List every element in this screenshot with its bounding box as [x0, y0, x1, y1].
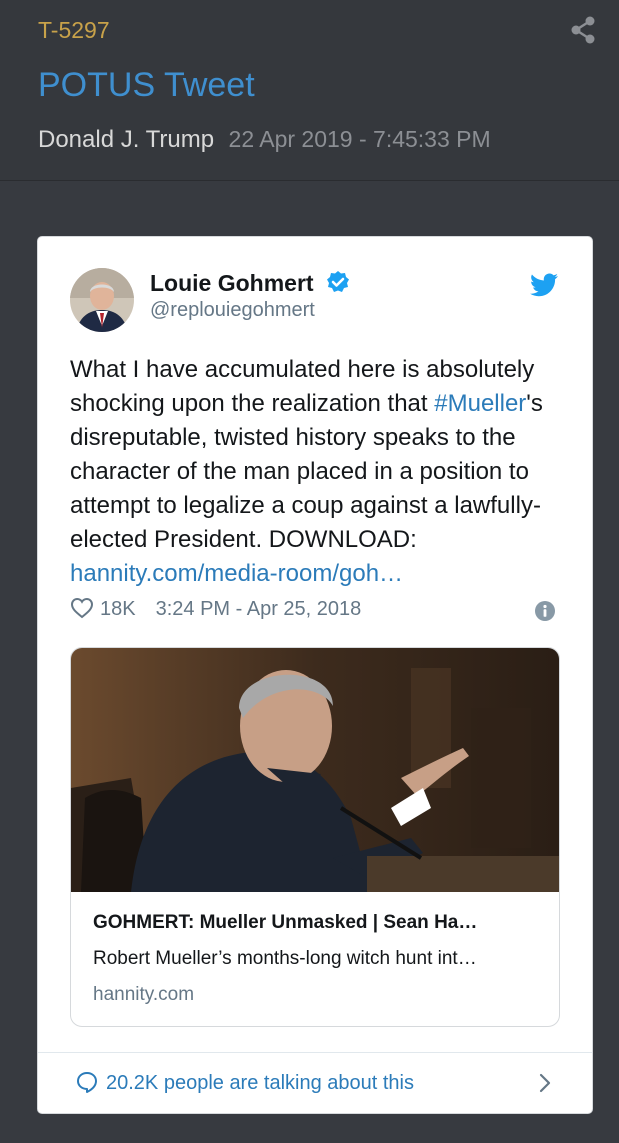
tweet-time[interactable]: 3:24 PM - Apr 25, 2018 [156, 598, 362, 620]
divider [38, 1052, 592, 1053]
verified-badge-icon [326, 271, 349, 292]
tweet-text-line: shocking upon the realization that #Muel… [70, 387, 570, 421]
link-preview-card[interactable]: GOHMERT: Mueller Unmasked | Sean Ha… Rob… [70, 647, 560, 1027]
tweet-author-label: Louie Gohmert [150, 270, 314, 296]
speech-bubble-icon [77, 1072, 97, 1093]
tweet-text-line: character of the man placed in a positio… [70, 458, 529, 485]
hashtag-suffix: 's [526, 390, 543, 417]
tweet-embed[interactable]: Louie Gohmert @replouiegohmert What I ha… [37, 236, 593, 1114]
chevron-right-icon[interactable] [538, 1073, 552, 1093]
tweet-text-line: elected President. DOWNLOAD: [70, 526, 417, 553]
share-icon[interactable] [570, 16, 596, 44]
heart-icon[interactable] [70, 597, 94, 619]
link-preview-domain: hannity.com [93, 984, 195, 1005]
hashtag-link[interactable]: #Mueller [434, 390, 526, 417]
tweet-text-line: What I have accumulated here is absolute… [70, 356, 535, 383]
link-preview-description: Robert Mueller’s months-long witch hunt … [93, 948, 477, 969]
info-icon[interactable] [535, 601, 555, 621]
conversation-link[interactable]: 20.2K people are talking about this [76, 1071, 414, 1095]
link-preview-title: GOHMERT: Mueller Unmasked | Sean Ha… [93, 912, 478, 933]
conversation-text: 20.2K people are talking about this [106, 1072, 414, 1094]
tweet-text-line: disreputable, twisted history speaks to … [70, 424, 516, 451]
tweet-author-name[interactable]: Louie Gohmert [150, 270, 350, 297]
post-timestamp: 22 Apr 2019 - 7:45:33 PM [228, 126, 491, 152]
post-id[interactable]: T-5297 [38, 17, 110, 44]
tweet-text-line: attempt to legalize a coup against a law… [70, 492, 541, 519]
author-line: Donald J. Trump 22 Apr 2019 - 7:45:33 PM [38, 126, 491, 154]
link-preview-image [71, 648, 559, 892]
author-name: Donald J. Trump [38, 126, 215, 153]
tweet-meta: 18K 3:24 PM - Apr 25, 2018 [70, 597, 361, 621]
twitter-bird-icon[interactable] [530, 273, 558, 297]
tweet-text-fragment: shocking upon the realization that [70, 390, 435, 417]
tweet-handle[interactable]: @replouiegohmert [150, 299, 315, 322]
avatar[interactable] [70, 268, 134, 332]
tweet-url-link[interactable]: hannity.com/media-room/goh… [70, 557, 570, 591]
like-count[interactable]: 18K [100, 598, 136, 620]
tweet-text: What I have accumulated here is absolute… [70, 353, 570, 591]
post-header: T-5297 POTUS Tweet Donald J. Trump 22 Ap… [0, 0, 619, 181]
post-title: POTUS Tweet [38, 66, 255, 104]
